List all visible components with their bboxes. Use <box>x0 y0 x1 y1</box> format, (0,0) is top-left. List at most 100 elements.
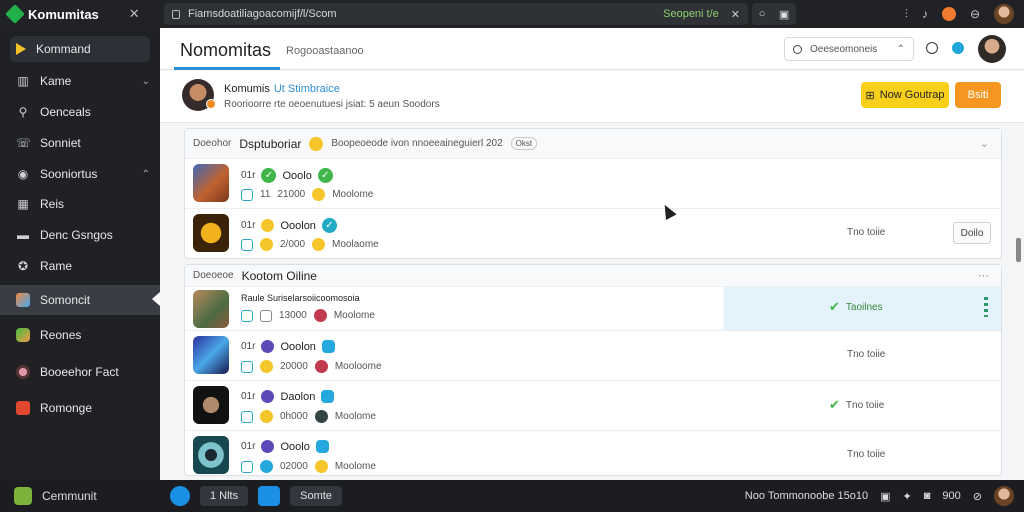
stats-icon[interactable]: ⫶ <box>905 7 908 22</box>
shield-icon <box>241 188 253 201</box>
section-card: Doeohor Dsptuboriar Boopeoeode ivon nnoe… <box>184 128 1002 259</box>
emoji-icon <box>312 238 326 251</box>
info-icon[interactable] <box>926 42 938 54</box>
sidebar-item-oenceals[interactable]: ⚲ Oenceals <box>10 99 150 125</box>
page-subtitle[interactable]: Rogooastaanoo <box>286 45 364 57</box>
row-count-b: 21000 <box>277 189 306 200</box>
sidebar-item-reis[interactable]: ▦ Reis <box>10 191 150 217</box>
sidebar-item-label: Romonge <box>40 401 93 415</box>
avatar[interactable] <box>978 35 1006 63</box>
emoji-icon <box>261 219 275 232</box>
settings-icon[interactable]: ✦ <box>903 490 912 503</box>
circle-icon[interactable]: ○ <box>759 8 766 20</box>
row-status: Tno toiie <box>847 449 886 460</box>
shield-icon <box>241 410 253 423</box>
copy-icon <box>260 309 272 322</box>
section-card: Doeoeoe Kootom Oiline ⋯ Raule Suriselars… <box>184 264 1002 476</box>
sidebar-item-rame[interactable]: ✪ Rame <box>10 253 150 279</box>
camera-icon[interactable]: ◙ <box>924 490 931 502</box>
sidebar-item-somoncit[interactable]: Somoncit <box>0 285 160 315</box>
row-name: Ooolon <box>280 219 316 232</box>
close-icon[interactable]: ✕ <box>731 8 740 21</box>
row-title: 01r ✓ Ooolo ✓ <box>241 168 333 183</box>
row-tag: Mooloome <box>334 361 382 372</box>
more-icon[interactable]: ⋯ <box>978 269 989 282</box>
chat-icon <box>321 390 335 403</box>
chevron-down-icon[interactable]: ⌄ <box>980 137 989 150</box>
row-num: 01r <box>241 170 256 181</box>
secondary-button[interactable]: Bsiti <box>955 82 1001 108</box>
drag-handle-icon[interactable] <box>984 297 988 317</box>
chevron-icon[interactable]: ⌃ <box>897 44 905 55</box>
game-thumbnail[interactable] <box>193 386 229 424</box>
avatar-icon <box>313 309 327 322</box>
phone-icon: ☏ <box>16 136 32 150</box>
search-input[interactable]: Oeeseomoneis ⌃ <box>784 37 914 61</box>
list-item[interactable]: 01r Ooolon 20000 Mooloome Tno toiie <box>185 331 1001 381</box>
browser-topbar: Komumitas ✕ Fiamsdoatiliagoacomijf/l/Sco… <box>0 0 1024 28</box>
game-thumbnail[interactable] <box>193 164 229 202</box>
profile-tag[interactable]: Ut Stimbraice <box>274 83 340 95</box>
taskbar-button[interactable]: Somte <box>290 486 342 506</box>
sidebar-item-label: Reones <box>40 328 82 342</box>
lock-icon <box>172 9 180 19</box>
chevron-down-icon[interactable]: ✕ <box>129 6 140 22</box>
primary-button[interactable]: ⊞ Now Goutrap <box>861 82 949 108</box>
row-status-label: Taoilnes <box>845 301 883 313</box>
chevron-up-icon[interactable]: ⌃ <box>142 169 150 180</box>
row-count-a: 11 <box>260 189 271 200</box>
user-avatar[interactable] <box>994 486 1014 506</box>
sidebar-item-booeehor-fact[interactable]: Booeehor Fact <box>10 359 150 385</box>
power-icon[interactable]: ⊘ <box>973 490 982 503</box>
sidebar-item-reones[interactable]: Reones <box>10 322 150 348</box>
sidebar-item-kommand[interactable]: Kommand <box>10 36 150 62</box>
search-value: Oeeseomoneis <box>810 43 878 55</box>
chat-app-icon[interactable] <box>170 486 190 506</box>
sidebar-item-sonniet[interactable]: ☏ Sonniet <box>10 130 150 156</box>
secondary-button-label: Bsiti <box>967 89 989 101</box>
toolbar-pill[interactable]: ○ ▣ <box>752 3 796 25</box>
lock-small-icon[interactable]: ▣ <box>779 8 789 21</box>
row-action-button[interactable]: Doilo <box>953 222 991 244</box>
sidebar-item-kame[interactable]: ▥ Kame ⌄ <box>10 68 150 94</box>
game-thumbnail[interactable] <box>193 436 229 474</box>
game-thumbnail[interactable] <box>193 336 229 374</box>
game-thumbnail[interactable] <box>193 290 229 328</box>
play-icon <box>16 43 26 55</box>
avatar-icon <box>261 390 275 403</box>
chevron-down-icon[interactable]: ⌄ <box>142 76 150 87</box>
bell-icon[interactable]: ♪ <box>922 7 928 21</box>
row-count-b: 0h000 <box>280 411 308 422</box>
brand[interactable]: Komumitas ✕ <box>5 4 140 24</box>
sidebar-item-sooniortus[interactable]: ◉ Sooniortus ⌃ <box>10 161 150 187</box>
emoji-icon <box>314 360 328 373</box>
user-avatar[interactable] <box>994 4 1014 24</box>
list-item[interactable]: Raule Suriselarsoiicoomosoia 13000 Moolo… <box>185 287 1001 331</box>
list-item[interactable]: 01r Daolon 0h000 Moolome ✔ Tno toiie <box>185 381 1001 431</box>
taskbar-community[interactable]: Cemmunit <box>14 487 97 505</box>
brand-logo-icon <box>5 4 25 24</box>
primary-button-label: Now Goutrap <box>879 89 945 101</box>
list-item[interactable]: 01r Ooolo 02000 Moolome Tno toiie <box>185 431 1001 481</box>
screen-icon[interactable]: ▣ <box>880 490 890 503</box>
sidebar-item-romonge[interactable]: Romonge <box>10 395 150 421</box>
row-action-label: Doilo <box>960 227 984 239</box>
list-item[interactable]: 01r ✓ Ooolo ✓ 11 21000 Moolome <box>185 159 1001 209</box>
notification-icon[interactable] <box>941 7 956 21</box>
shield-icon[interactable] <box>952 42 964 54</box>
app-icon[interactable] <box>258 486 281 506</box>
taskbar: Cemmunit 1 Nlts Somte Noo Tommonoobe 15o… <box>0 480 1024 512</box>
list-item[interactable]: 01r Ooolon ✓ 2/000 Moolaome Tno toiie Do… <box>185 209 1001 259</box>
avatar-icon <box>16 365 30 379</box>
game-thumbnail[interactable] <box>193 214 229 252</box>
sidebar-item-denc-gsngos[interactable]: ▬ Denc Gsngos <box>10 222 150 248</box>
scrollbar[interactable] <box>1016 238 1021 262</box>
section-pill[interactable]: Okst <box>510 137 538 150</box>
shield-icon <box>241 360 253 373</box>
sidebar-item-label: Kame <box>40 74 72 88</box>
taskbar-button[interactable]: 1 Nlts <box>200 486 249 506</box>
gear-icon[interactable]: ⊖ <box>970 7 980 21</box>
row-name: Ooolon <box>280 340 316 353</box>
address-bar[interactable]: Fiamsdoatiliagoacomijf/l/Scom Seopeni t/… <box>164 3 748 25</box>
sidebar-item-label: Oenceals <box>40 105 91 119</box>
